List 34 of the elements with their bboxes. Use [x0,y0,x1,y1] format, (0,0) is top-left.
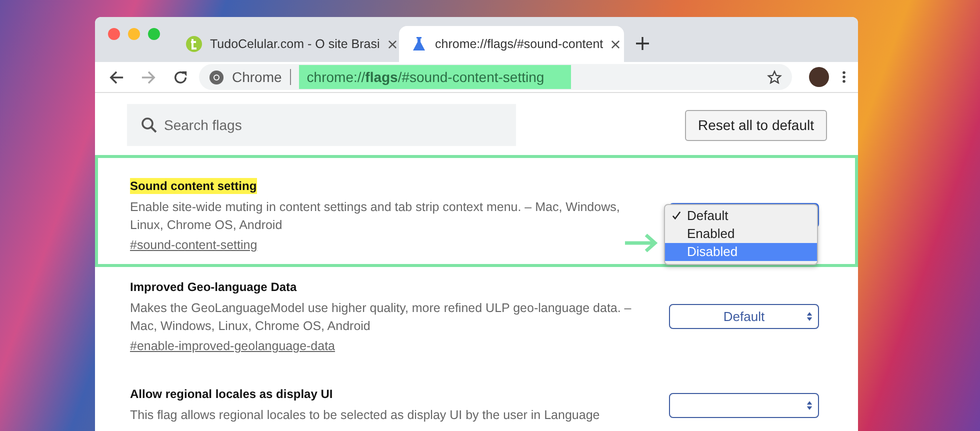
browser-tab[interactable]: TudoCelular.com - O site Brasi [174,26,399,62]
close-icon[interactable] [611,40,620,48]
flask-icon [411,36,427,52]
reset-button[interactable]: Reset all to default [685,110,827,140]
select-dropdown[interactable]: Default [669,304,819,328]
flag-description: Makes the GeoLanguageModel use higher quality, more refined ULP geo-language data. – Mac, Windows, Linux, Chrome OS, Android [130,300,632,335]
search-icon [141,117,157,133]
flag-description: Enable site-wide muting in content settings and tab strip context menu. – Mac, Windows, Linux, Chrome OS, Android [130,199,621,234]
search-field[interactable]: Search flags [127,104,516,146]
flag-title: Improved Geo-language Data [130,279,297,295]
star-icon[interactable] [767,70,782,84]
menu-option[interactable]: Default [665,206,817,224]
menu-icon[interactable] [842,70,846,84]
back-icon[interactable] [109,70,124,84]
flag-link[interactable]: #enable-improved-geolanguage-data [130,339,336,353]
site-label: Chrome [232,69,282,85]
flag-description: This flag allows regional locales to be selected as display UI by the user in Language [130,407,600,424]
flag-link[interactable]: #sound-content-setting [130,238,258,252]
flag-title: Sound content setting [130,178,257,194]
menu-option[interactable]: Enabled [665,224,817,242]
updown-arrows-icon [806,400,813,410]
url-text: chrome://flags/#sound-content-setting [298,65,571,89]
flag-title: Allow regional locales as display UI [130,386,333,402]
select-dropdown[interactable] [669,392,819,418]
updown-arrows-icon [806,310,813,322]
close-icon[interactable] [388,40,397,48]
new-tab-icon[interactable] [636,37,649,50]
checkmark-icon [672,211,680,220]
address-bar[interactable]: Chrome chrome://flags/#sound-content-setting [199,64,792,90]
browser-tab[interactable]: chrome://flags/#sound-content [399,26,624,62]
letter-t-icon [186,36,202,52]
avatar[interactable] [809,67,829,87]
browser-logo-icon [209,70,224,84]
reload-icon[interactable] [173,70,188,84]
